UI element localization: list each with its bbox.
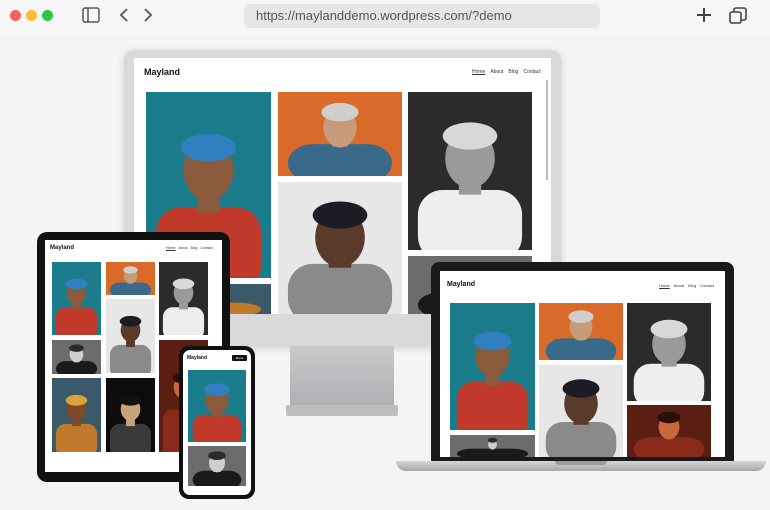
photo-woman-blue-headscarf[interactable]: [450, 303, 535, 430]
nav-about[interactable]: About: [490, 69, 503, 75]
photo-old-man-grey-beard[interactable]: [408, 92, 532, 250]
minimize-window-button[interactable]: [26, 10, 37, 21]
photo-boy-black-cap[interactable]: [278, 182, 402, 314]
tabs-overview-icon[interactable]: [729, 7, 747, 30]
nav-home[interactable]: Home: [166, 246, 175, 250]
desktop-monitor-stand: [290, 346, 394, 410]
site-title[interactable]: Mayland: [50, 245, 74, 251]
photo-woman-blue-headscarf[interactable]: [188, 370, 246, 442]
photo-painter-man[interactable]: [106, 262, 155, 295]
nav-about[interactable]: About: [178, 246, 187, 250]
phone-screen: Mayland Menu: [183, 350, 251, 495]
photo-painter-man[interactable]: [278, 92, 402, 176]
laptop-screen: Mayland Home About Blog Contact: [440, 271, 725, 457]
photo-painter-man[interactable]: [539, 303, 623, 360]
nav-blog[interactable]: Blog: [191, 246, 198, 250]
menu-button[interactable]: Menu: [232, 355, 247, 361]
new-tab-plus-icon[interactable]: [696, 7, 712, 28]
site-nav: Home About Blog Contact: [166, 246, 213, 250]
site-title[interactable]: Mayland: [187, 355, 207, 361]
photo-monochrome-portrait[interactable]: [188, 446, 246, 486]
close-window-button[interactable]: [10, 10, 21, 21]
photo-old-man-grey-beard[interactable]: [627, 303, 711, 401]
nav-blog[interactable]: Blog: [688, 283, 696, 288]
photo-boy-black-cap[interactable]: [106, 299, 155, 373]
site-nav: Home About Blog Contact: [472, 69, 541, 75]
nav-contact[interactable]: Contact: [700, 283, 714, 288]
nav-contact[interactable]: Contact: [201, 246, 213, 250]
forward-chevron-icon[interactable]: [142, 7, 154, 28]
photo-monochrome-portrait[interactable]: [450, 435, 535, 457]
desktop-monitor-base: [286, 405, 398, 416]
back-chevron-icon[interactable]: [118, 7, 130, 28]
photo-colorful-hat[interactable]: [52, 378, 101, 452]
nav-home[interactable]: Home: [659, 283, 670, 288]
photo-boy-black-cap[interactable]: [539, 365, 623, 457]
site-title[interactable]: Mayland: [447, 281, 475, 288]
nav-home[interactable]: Home: [472, 69, 485, 75]
maximize-window-button[interactable]: [42, 10, 53, 21]
laptop-trackpad-notch: [555, 461, 607, 465]
photo-night-scene[interactable]: [106, 378, 155, 452]
address-bar[interactable]: https://maylanddemo.wordpress.com/?demo: [244, 4, 600, 28]
site-title[interactable]: Mayland: [144, 67, 180, 77]
sidebar-toggle-icon[interactable]: [82, 7, 100, 28]
photo-woman-blue-headscarf[interactable]: [52, 262, 101, 335]
nav-contact[interactable]: Contact: [523, 69, 540, 75]
site-nav: Home About Blog Contact: [659, 283, 714, 288]
desktop-scrollbar[interactable]: [546, 80, 548, 180]
photo-monochrome-portrait[interactable]: [52, 340, 101, 374]
nav-about[interactable]: About: [674, 283, 684, 288]
browser-toolbar: https://maylanddemo.wordpress.com/?demo: [0, 0, 770, 36]
nav-blog[interactable]: Blog: [508, 69, 518, 75]
photo-red-warm-portrait[interactable]: [627, 405, 711, 457]
photo-old-man-grey-beard[interactable]: [159, 262, 208, 335]
